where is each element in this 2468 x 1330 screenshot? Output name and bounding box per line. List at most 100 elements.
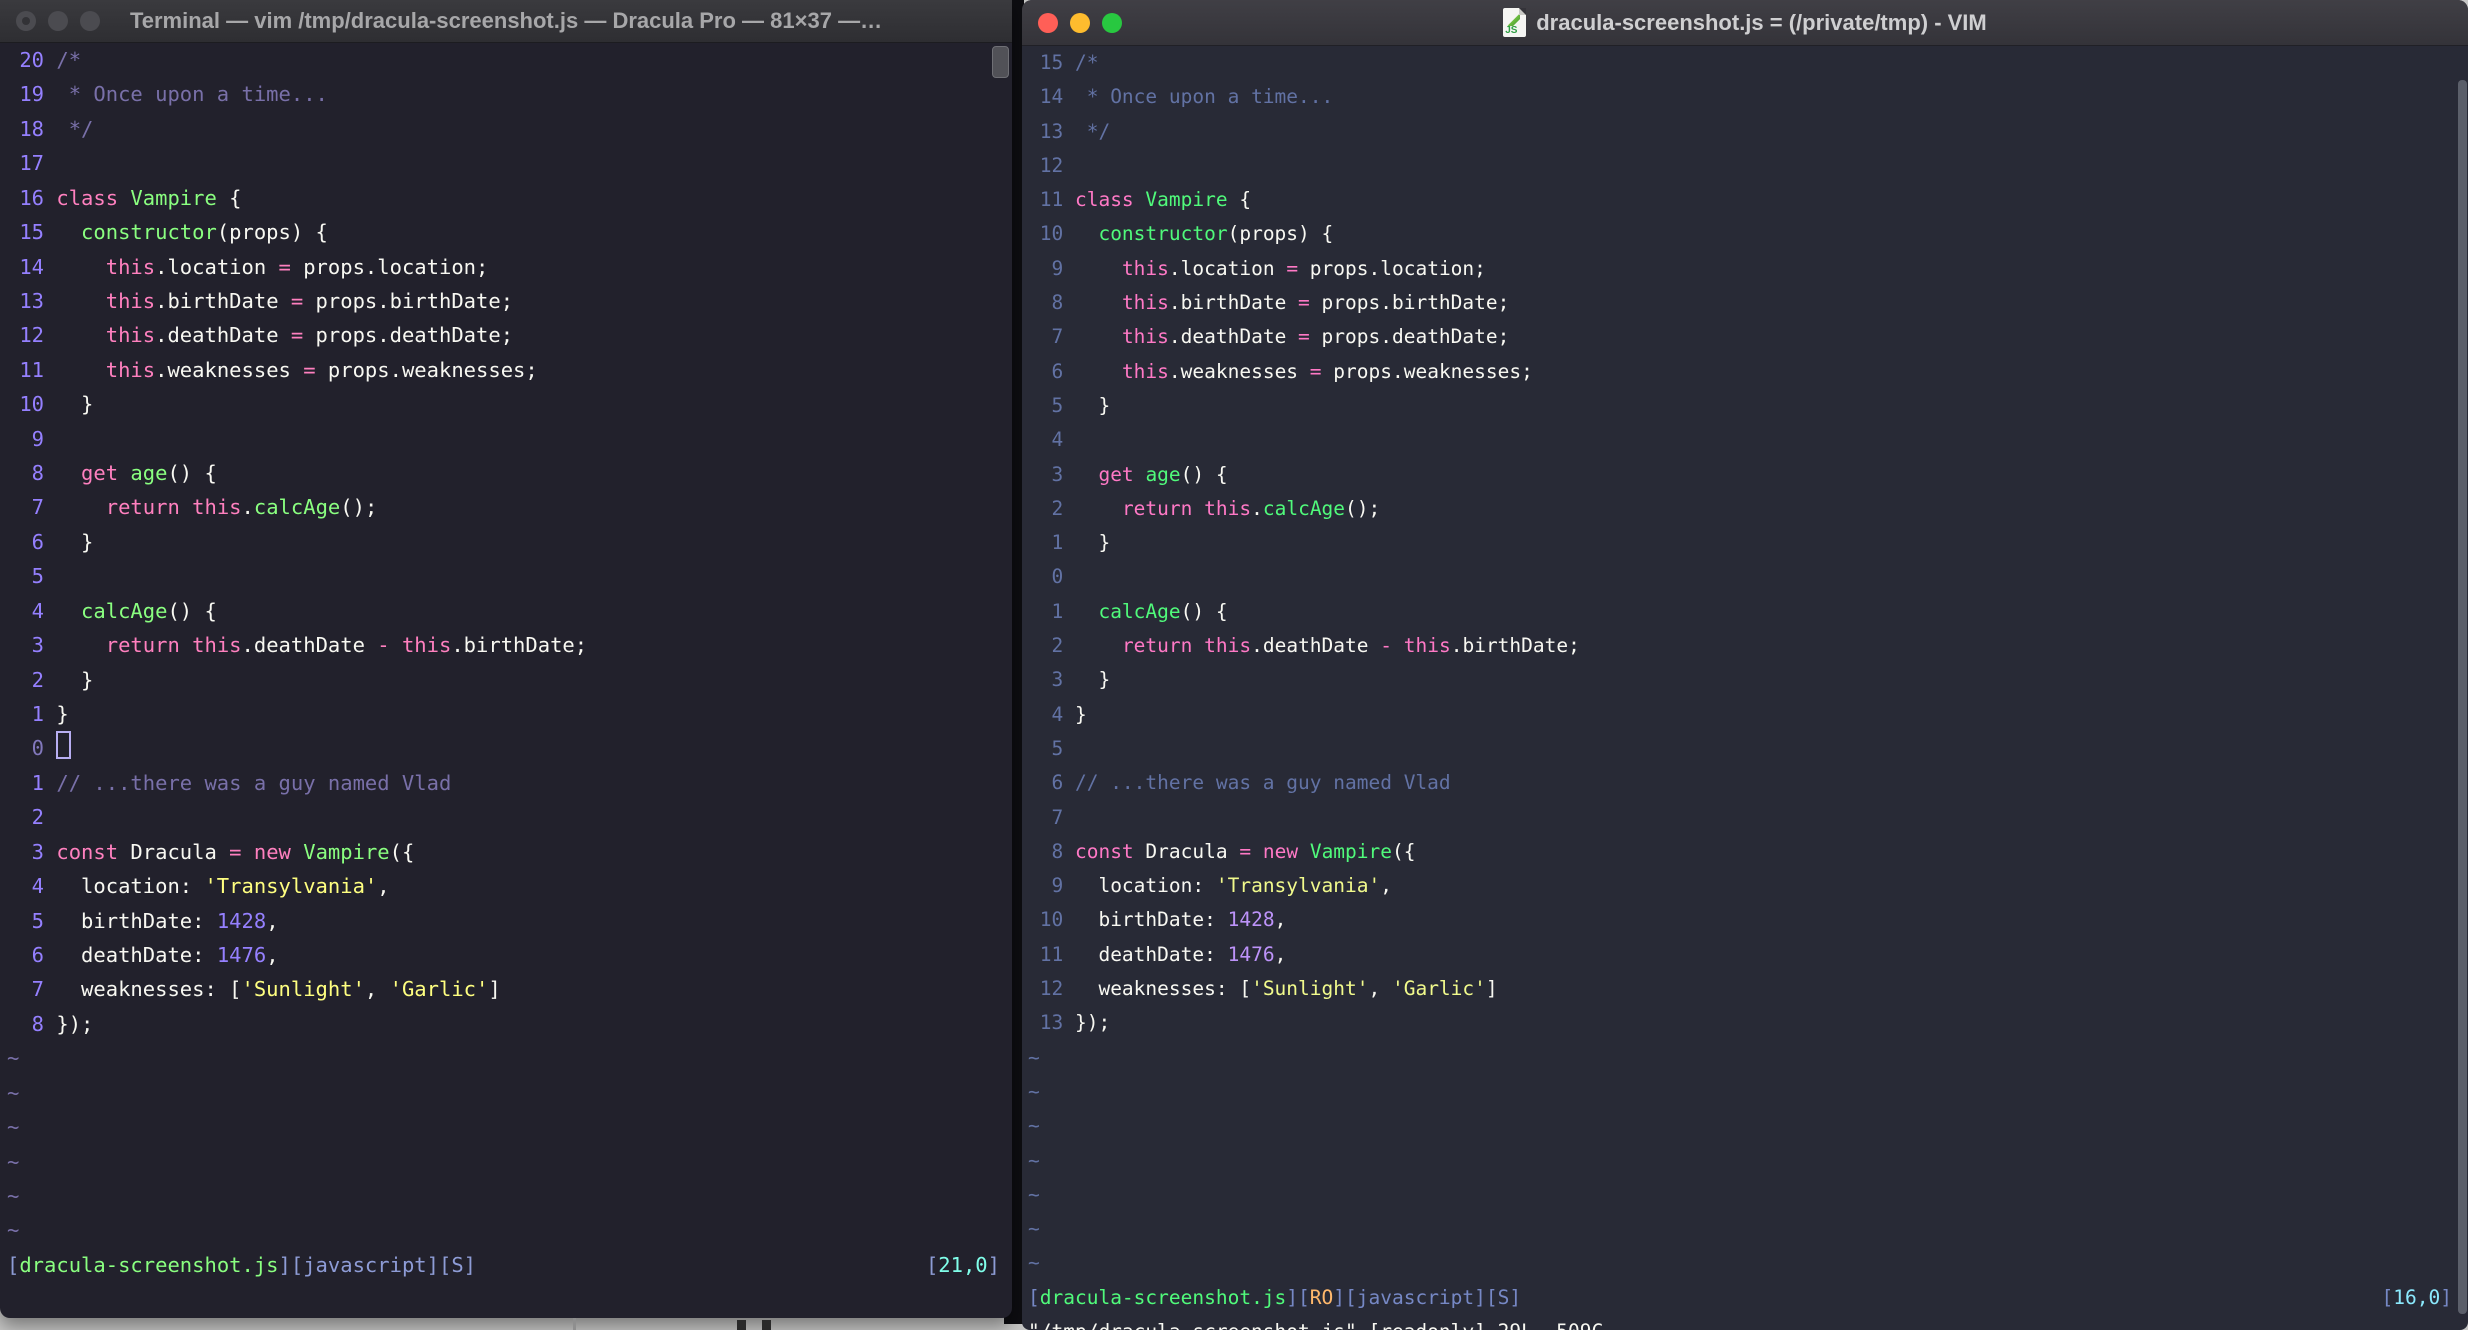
line-number: 1 — [1028, 531, 1064, 555]
code-line[interactable]: 9 location: 'Transylvania', — [1022, 869, 2468, 903]
code-line[interactable]: 0 — [0, 731, 1012, 765]
tilde-line: ~ — [1028, 1114, 1040, 1138]
line-number: 18 — [7, 116, 45, 141]
line-number: 13 — [1028, 119, 1064, 143]
line-number: 6 — [7, 529, 45, 554]
code-line[interactable]: 1 calcAge() { — [1022, 595, 2468, 629]
terminal-scrollbar-thumb[interactable] — [992, 46, 1009, 78]
line-number: 9 — [7, 426, 45, 451]
code-line[interactable]: 19 * Once upon a time... — [0, 77, 1012, 111]
line-number: 2 — [1028, 496, 1064, 520]
code-line[interactable]: 5 — [0, 559, 1012, 593]
close-button[interactable] — [16, 11, 36, 31]
code-line[interactable]: 1 // ...there was a guy named Vlad — [0, 766, 1012, 800]
line-number: 4 — [1028, 428, 1064, 452]
line-number: 13 — [1028, 1011, 1064, 1035]
code-line[interactable]: 4 } — [1022, 698, 2468, 732]
code-line[interactable]: 20 /* — [0, 43, 1012, 77]
code-line[interactable]: 5 } — [1022, 389, 2468, 423]
line-number: 6 — [7, 942, 45, 967]
code-line[interactable]: 7 weaknesses: ['Sunlight', 'Garlic'] — [0, 972, 1012, 1006]
code-line[interactable]: 11 deathDate: 1476, — [1022, 938, 2468, 972]
status-file-info: [dracula-screenshot.js][javascript][S] — [7, 1252, 477, 1277]
code-line[interactable]: 5 birthDate: 1428, — [0, 904, 1012, 938]
line-number: 3 — [7, 839, 45, 864]
code-line[interactable]: 11 this.weaknesses = props.weaknesses; — [0, 353, 1012, 387]
code-line[interactable]: 13 this.birthDate = props.birthDate; — [0, 284, 1012, 318]
line-number: 1 — [7, 702, 45, 727]
code-line[interactable]: 17 — [0, 146, 1012, 180]
code-line[interactable]: 12 weaknesses: ['Sunlight', 'Garlic'] — [1022, 972, 2468, 1006]
vim-buffer-left[interactable]: 20 /* 19 * Once upon a time... 18 */ 1 7 … — [0, 43, 1012, 1318]
code-line[interactable]: 2 return this.deathDate - this.birthDate… — [1022, 629, 2468, 663]
code-line[interactable]: 7 — [1022, 801, 2468, 835]
code-line[interactable]: 10 constructor(props) { — [1022, 217, 2468, 251]
code-line[interactable]: 2 return this.calcAge(); — [1022, 492, 2468, 526]
macvim-titlebar[interactable]: JS dracula-screenshot.js = (/private/tmp… — [1022, 0, 2468, 46]
line-number: 20 — [7, 48, 45, 72]
code-line[interactable]: 2 — [0, 800, 1012, 834]
code-line[interactable]: 4 calcAge() { — [0, 594, 1012, 628]
macvim-scrollbar[interactable] — [2458, 80, 2467, 1314]
tilde-line: ~ — [1028, 1217, 1040, 1241]
code-line[interactable]: 8 this.birthDate = props.birthDate; — [1022, 286, 2468, 320]
line-number: 6 — [1028, 771, 1064, 795]
code-line[interactable]: 12 — [1022, 149, 2468, 183]
line-number: 4 — [1028, 702, 1064, 726]
minimize-button[interactable] — [1070, 12, 1090, 33]
code-line[interactable]: 15 /* — [1022, 46, 2468, 80]
code-line[interactable]: 13 }); — [1022, 1006, 2468, 1040]
zoom-button[interactable] — [80, 11, 100, 31]
code-line[interactable]: 3 get age() { — [1022, 458, 2468, 492]
terminal-titlebar[interactable]: Terminal — vim /tmp/dracula-screenshot.j… — [0, 0, 1012, 43]
line-number: 15 — [1028, 51, 1064, 74]
status-file-info: [dracula-screenshot.js][RO][javascript][… — [1028, 1285, 1522, 1309]
code-line[interactable]: 6 } — [0, 525, 1012, 559]
code-line[interactable]: 16 class Vampire { — [0, 181, 1012, 215]
code-line[interactable]: 14 * Once upon a time... — [1022, 80, 2468, 114]
code-line[interactable]: 14 this.location = props.location; — [0, 250, 1012, 284]
line-number: 7 — [7, 977, 45, 1002]
code-line[interactable]: 1 } — [0, 697, 1012, 731]
code-line[interactable]: 10 birthDate: 1428, — [1022, 903, 2468, 937]
code-line[interactable]: 3 } — [1022, 663, 2468, 697]
code-line[interactable]: 3 return this.deathDate - this.birthDate… — [0, 628, 1012, 662]
code-line[interactable]: 7 return this.calcAge(); — [0, 490, 1012, 524]
code-line[interactable]: 18 */ — [0, 112, 1012, 146]
line-number: 15 — [7, 220, 45, 245]
code-line[interactable]: 4 — [1022, 423, 2468, 457]
code-line[interactable]: 3 const Dracula = new Vampire({ — [0, 835, 1012, 869]
code-line[interactable]: 9 — [0, 422, 1012, 456]
line-number: 10 — [7, 392, 45, 417]
code-line[interactable]: 12 this.deathDate = props.deathDate; — [0, 318, 1012, 352]
code-line[interactable]: 0 — [1022, 560, 2468, 594]
line-number: 5 — [1028, 736, 1064, 760]
code-line[interactable]: 7 this.deathDate = props.deathDate; — [1022, 320, 2468, 354]
close-button[interactable] — [1038, 12, 1058, 33]
vim-buffer-right[interactable]: 15 /* 14 * Once upon a time... 13 */ 12 … — [1022, 46, 2468, 1330]
code-line[interactable]: 2 } — [0, 663, 1012, 697]
code-line[interactable]: 5 — [1022, 732, 2468, 766]
line-number: 19 — [7, 82, 45, 107]
code-line[interactable]: 11 class Vampire { — [1022, 183, 2468, 217]
line-number: 14 — [1028, 85, 1064, 109]
code-line[interactable]: 8 }); — [0, 1007, 1012, 1041]
background-window-edge — [573, 1318, 576, 1330]
minimize-button[interactable] — [48, 11, 68, 31]
code-line[interactable]: 6 this.weaknesses = props.weaknesses; — [1022, 355, 2468, 389]
code-line[interactable]: 15 constructor(props) { — [0, 215, 1012, 249]
code-line[interactable]: 4 location: 'Transylvania', — [0, 869, 1012, 903]
line-number: 8 — [7, 461, 45, 486]
code-line[interactable]: 8 const Dracula = new Vampire({ — [1022, 835, 2468, 869]
code-line[interactable]: 6 deathDate: 1476, — [0, 938, 1012, 972]
code-line[interactable]: 6 // ...there was a guy named Vlad — [1022, 766, 2468, 800]
tilde-line: ~ — [7, 1115, 20, 1140]
code-line[interactable]: 13 */ — [1022, 115, 2468, 149]
line-number: 9 — [1028, 874, 1064, 898]
code-line[interactable]: 1 } — [1022, 526, 2468, 560]
zoom-button[interactable] — [1102, 12, 1122, 33]
code-line[interactable]: 8 get age() { — [0, 456, 1012, 490]
line-number: 14 — [7, 254, 45, 279]
code-line[interactable]: 10 } — [0, 387, 1012, 421]
code-line[interactable]: 9 this.location = props.location; — [1022, 252, 2468, 286]
